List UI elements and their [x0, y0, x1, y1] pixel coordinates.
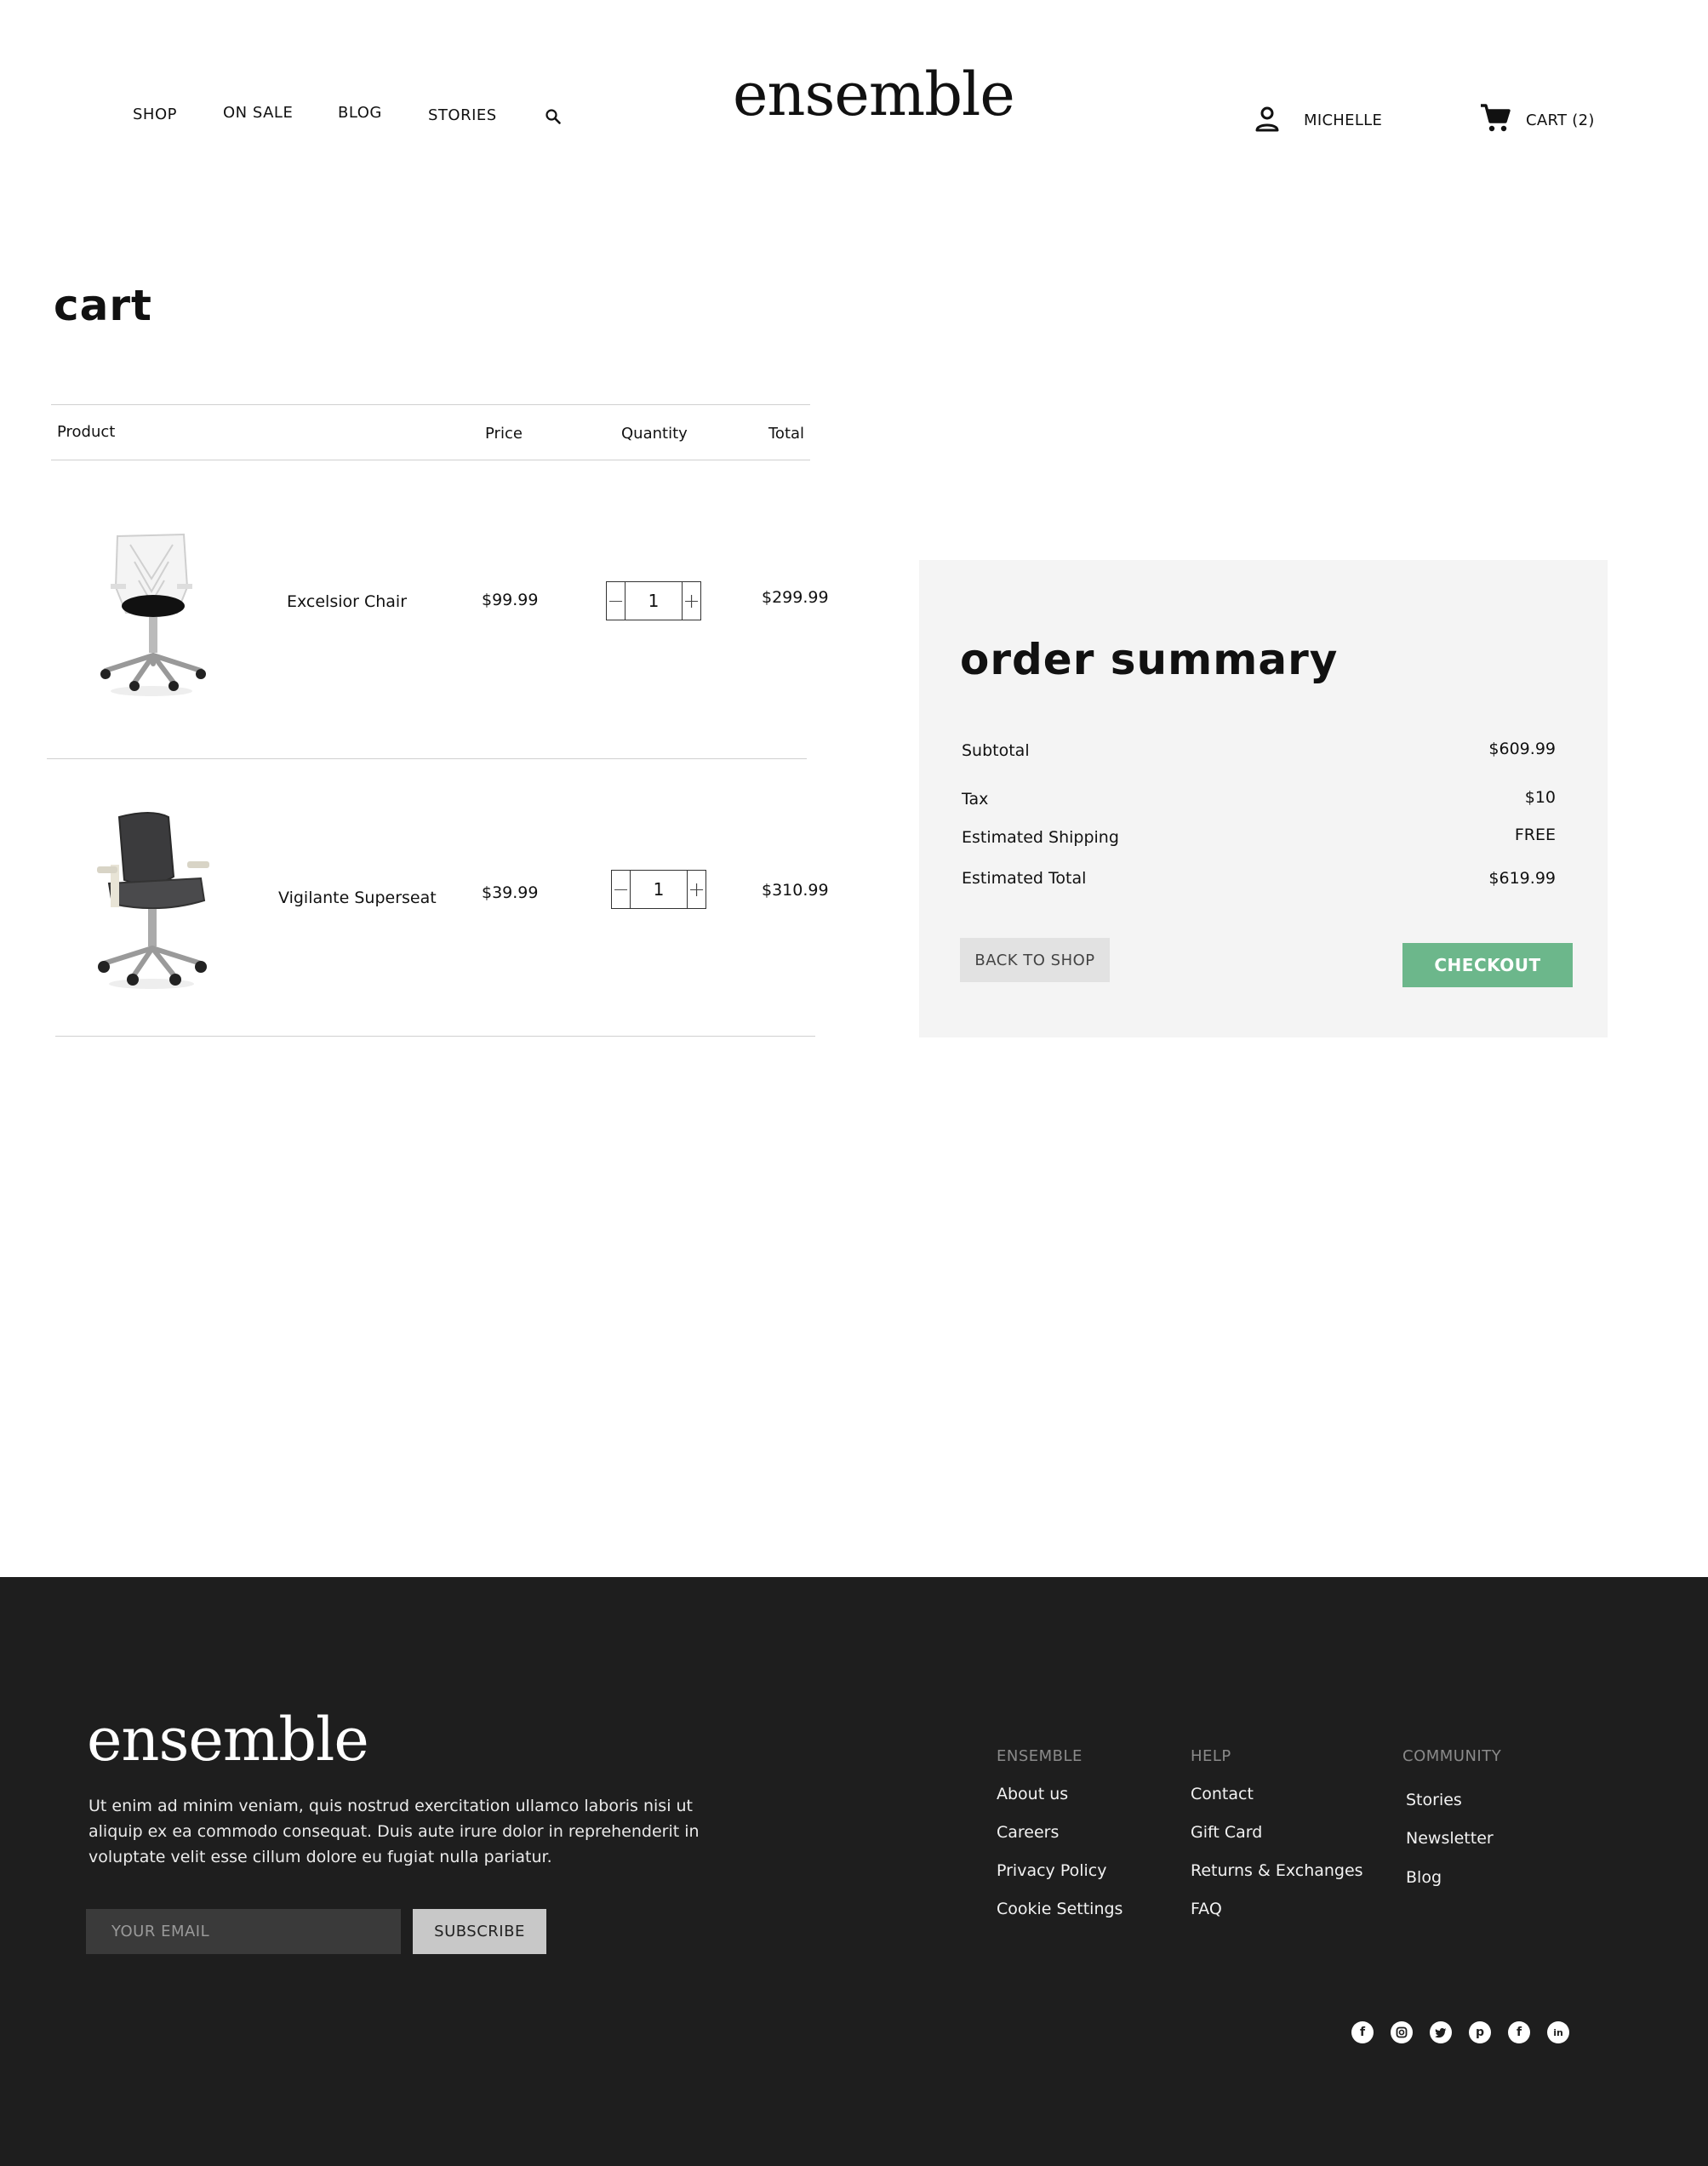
- column-header-product: Product: [57, 423, 116, 441]
- quantity-input[interactable]: 1: [626, 582, 682, 620]
- footer-link-contact[interactable]: Contact: [1191, 1785, 1254, 1803]
- quantity-decrease-button[interactable]: −: [607, 582, 626, 620]
- footer-link-about[interactable]: About us: [997, 1785, 1068, 1803]
- footer-link-cookies[interactable]: Cookie Settings: [997, 1900, 1122, 1918]
- footer-link-returns[interactable]: Returns & Exchanges: [1191, 1861, 1363, 1880]
- user-icon[interactable]: [1254, 106, 1280, 133]
- product-name[interactable]: Excelsior Chair: [287, 592, 407, 611]
- tax-value: $10: [1524, 788, 1556, 807]
- divider: [55, 1036, 815, 1037]
- checkout-button[interactable]: CHECKOUT: [1402, 943, 1573, 987]
- footer-link-stories[interactable]: Stories: [1406, 1791, 1462, 1809]
- estimated-total-label: Estimated Total: [962, 869, 1087, 888]
- column-header-price: Price: [485, 425, 523, 443]
- quantity-increase-button[interactable]: +: [682, 582, 700, 620]
- footer-link-blog[interactable]: Blog: [1406, 1868, 1442, 1887]
- footer-link-faq[interactable]: FAQ: [1191, 1900, 1222, 1918]
- facebook-icon[interactable]: f: [1351, 2021, 1374, 2043]
- shipping-label: Estimated Shipping: [962, 828, 1119, 847]
- product-name[interactable]: Vigilante Superseat: [278, 889, 437, 907]
- subtotal-label: Subtotal: [962, 741, 1030, 760]
- search-icon[interactable]: [544, 107, 563, 126]
- site-footer: ensemble Ut enim ad minim veniam, quis n…: [0, 1577, 1708, 2166]
- footer-logo[interactable]: ensemble: [87, 1705, 369, 1775]
- product-image-white-chair[interactable]: [92, 528, 211, 698]
- quantity-input[interactable]: 1: [631, 871, 687, 908]
- footer-link-careers[interactable]: Careers: [997, 1823, 1059, 1842]
- back-to-shop-button[interactable]: BACK TO SHOP: [960, 938, 1110, 982]
- site-logo[interactable]: ensemble: [733, 60, 1015, 129]
- footer-heading-ensemble: ENSEMBLE: [997, 1747, 1082, 1765]
- footer-heading-help: HELP: [1191, 1747, 1231, 1765]
- product-price: $99.99: [482, 591, 539, 609]
- nav-shop[interactable]: SHOP: [133, 106, 177, 123]
- nav-stories[interactable]: STORIES: [428, 106, 497, 124]
- footer-description: Ut enim ad minim veniam, quis nostrud ex…: [89, 1797, 700, 1866]
- order-summary-panel: order summary Subtotal $609.99 Tax $10 E…: [919, 560, 1608, 1037]
- nav-blog[interactable]: BLOG: [338, 104, 382, 122]
- tax-label: Tax: [962, 790, 989, 809]
- product-image-dark-chair[interactable]: [92, 809, 211, 992]
- column-header-quantity: Quantity: [621, 425, 688, 443]
- quantity-stepper: − 1 +: [606, 581, 701, 620]
- column-header-total: Total: [768, 425, 805, 443]
- email-input[interactable]: [86, 1909, 401, 1954]
- shipping-value: FREE: [1514, 826, 1556, 844]
- footer-link-newsletter[interactable]: Newsletter: [1406, 1829, 1494, 1848]
- quantity-stepper: − 1 +: [611, 870, 706, 909]
- footer-heading-community: COMMUNITY: [1402, 1747, 1502, 1765]
- linkedin-icon[interactable]: in: [1547, 2021, 1569, 2043]
- estimated-total-value: $619.99: [1488, 869, 1556, 888]
- product-total: $310.99: [762, 881, 829, 900]
- subscribe-button[interactable]: SUBSCRIBE: [413, 1909, 546, 1954]
- footer-link-privacy[interactable]: Privacy Policy: [997, 1861, 1106, 1880]
- footer-link-gift-card[interactable]: Gift Card: [1191, 1823, 1262, 1842]
- facebook-icon[interactable]: f: [1508, 2021, 1530, 2043]
- quantity-increase-button[interactable]: +: [687, 871, 705, 908]
- twitter-icon[interactable]: [1430, 2021, 1452, 2043]
- pinterest-icon[interactable]: p: [1469, 2021, 1491, 2043]
- subtotal-value: $609.99: [1488, 740, 1556, 758]
- order-summary-title: order summary: [960, 635, 1339, 684]
- quantity-decrease-button[interactable]: −: [612, 871, 631, 908]
- nav-on-sale[interactable]: ON SALE: [223, 104, 293, 122]
- product-price: $39.99: [482, 883, 539, 902]
- divider: [47, 758, 807, 759]
- user-name[interactable]: MICHELLE: [1304, 111, 1382, 129]
- instagram-icon[interactable]: [1391, 2021, 1413, 2043]
- product-total: $299.99: [762, 588, 829, 607]
- divider: [51, 404, 810, 405]
- cart-link[interactable]: CART (2): [1526, 111, 1595, 129]
- page-title: cart: [54, 281, 152, 330]
- cart-icon[interactable]: [1479, 103, 1511, 134]
